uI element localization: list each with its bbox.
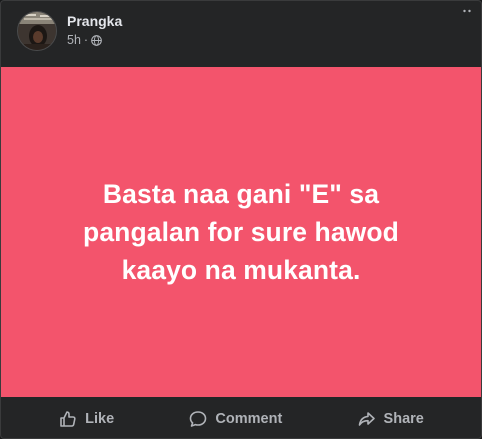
comment-label: Comment bbox=[215, 410, 283, 427]
comment-icon bbox=[190, 410, 207, 427]
more-options-icon[interactable] bbox=[463, 9, 471, 13]
share-icon bbox=[358, 411, 375, 426]
like-label: Like bbox=[85, 410, 115, 427]
post-meta: 5h · bbox=[67, 33, 102, 47]
post-text: Basta naa gani "E" sa pangalan for sure … bbox=[83, 179, 399, 285]
share-button[interactable]: Share bbox=[345, 403, 436, 435]
avatar-image bbox=[18, 12, 56, 50]
post-actions-bar: Like Comment Share bbox=[1, 397, 481, 438]
author-name[interactable]: Prangka bbox=[67, 13, 122, 29]
post-time[interactable]: 5h bbox=[67, 33, 81, 47]
thumbs-up-icon bbox=[60, 410, 76, 427]
globe-icon bbox=[91, 34, 102, 46]
post-header: Prangka 5h · bbox=[1, 1, 481, 67]
post-card: Prangka 5h · Basta naa gani "E" sa panga… bbox=[0, 0, 482, 439]
like-button[interactable]: Like bbox=[46, 403, 126, 435]
meta-separator: · bbox=[83, 33, 89, 47]
comment-button[interactable]: Comment bbox=[176, 403, 294, 435]
avatar[interactable] bbox=[17, 11, 57, 51]
share-label: Share bbox=[383, 410, 424, 427]
post-background-card: Basta naa gani "E" sa pangalan for sure … bbox=[1, 67, 481, 397]
